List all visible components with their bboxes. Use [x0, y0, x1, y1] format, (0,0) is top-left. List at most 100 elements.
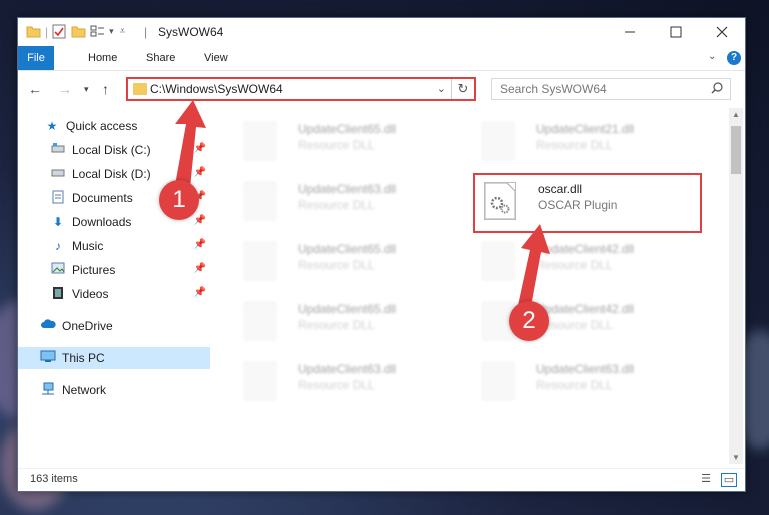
dll-file-icon [482, 362, 514, 400]
details-view-icon[interactable]: ☰ [699, 473, 713, 485]
file-tile[interactable]: UpdateClient42.dll Resource DLL [470, 234, 700, 290]
cloud-icon [40, 318, 56, 334]
vertical-scrollbar[interactable]: ▲ ▼ [729, 108, 743, 464]
sidebar-item-videos[interactable]: Videos 📌 [18, 283, 210, 305]
tab-share[interactable]: Share [136, 46, 185, 70]
sidebar-item-this-pc[interactable]: This PC [18, 347, 210, 369]
file-type: Resource DLL [298, 318, 375, 332]
refresh-icon[interactable]: ↻ [451, 79, 474, 99]
search-placeholder: Search SysWOW64 [500, 82, 607, 96]
scroll-up-icon[interactable]: ▲ [729, 110, 743, 119]
dll-file-icon [244, 362, 276, 400]
window-title: SysWOW64 [158, 25, 224, 39]
minimize-button[interactable] [607, 18, 653, 46]
search-icon[interactable] [711, 82, 723, 97]
address-bar[interactable]: C:\Windows\SysWOW64 ⌄ ↻ [126, 77, 476, 101]
back-arrow-icon[interactable]: ← [28, 81, 42, 97]
pin-icon[interactable]: 📌 [194, 167, 206, 178]
title-separator: | [144, 25, 148, 39]
sidebar-item-local-disk-c[interactable]: Local Disk (C:) 📌 [18, 139, 210, 161]
sidebar-item-label: Music [72, 239, 104, 253]
close-button[interactable] [699, 18, 745, 46]
star-icon: ★ [46, 119, 58, 133]
dll-file-icon [244, 302, 276, 340]
maximize-button[interactable] [653, 18, 699, 46]
file-name: UpdateClient65.dll [298, 302, 397, 316]
file-tile[interactable]: UpdateClient63.dll Resource DLL [232, 174, 462, 230]
dll-file-icon [244, 182, 276, 220]
file-tile[interactable]: UpdateClient63.dll Resource DLL [470, 354, 700, 410]
forward-arrow-icon[interactable]: → [58, 81, 72, 97]
title-bar: | ▾ ⩡ | SysWOW64 [18, 18, 745, 46]
sidebar-item-label: This PC [62, 351, 105, 365]
expand-ribbon-icon[interactable]: ⌄ [708, 51, 716, 62]
chevron-down-icon[interactable]: ⌄ [437, 82, 446, 95]
file-type: Resource DLL [536, 138, 613, 152]
scroll-down-icon[interactable]: ▼ [729, 453, 743, 462]
sidebar-item-label: Videos [72, 287, 109, 301]
sidebar-item-quick-access[interactable]: ★ Quick access [18, 115, 210, 137]
drive-icon [50, 166, 66, 182]
pin-icon[interactable]: 📌 [194, 239, 206, 250]
scrollbar-thumb[interactable] [731, 126, 741, 174]
file-name: UpdateClient42.dll [536, 242, 635, 256]
file-type: Resource DLL [298, 258, 375, 272]
dll-file-icon [482, 242, 514, 280]
file-tile[interactable]: UpdateClient65.dll Resource DLL [232, 294, 462, 350]
documents-icon [50, 190, 66, 206]
navigation-bar: ← → ▾ ↑ C:\Windows\SysWOW64 ⌄ ↻ Search S… [18, 71, 745, 107]
oscar-highlight-box [473, 173, 702, 233]
quick-access-toolbar: | ▾ ⩡ [26, 24, 125, 39]
pin-icon[interactable]: 📌 [194, 215, 206, 226]
up-arrow-icon[interactable]: ↑ [102, 81, 109, 97]
drive-icon [50, 142, 66, 158]
file-name: UpdateClient21.dll [536, 122, 635, 136]
file-tile[interactable]: UpdateClient42.dll Resource DLL [470, 294, 700, 350]
file-name: UpdateClient65.dll [298, 242, 397, 256]
pin-icon[interactable]: 📌 [194, 287, 206, 298]
customize-toolbar-icon[interactable]: ⩡ [120, 26, 126, 37]
dll-file-icon [244, 122, 276, 160]
dll-file-icon [482, 122, 514, 160]
item-count: 163 items [30, 473, 78, 485]
sidebar-item-label: Local Disk (C:) [72, 143, 151, 157]
pin-icon[interactable]: 📌 [194, 263, 206, 274]
customize-view-icon[interactable] [90, 24, 105, 39]
sidebar-item-label: Downloads [72, 215, 132, 229]
file-tile[interactable]: UpdateClient65.dll Resource DLL [232, 114, 462, 170]
sidebar-item-pictures[interactable]: Pictures 📌 [18, 259, 210, 281]
pin-icon[interactable]: 📌 [194, 143, 206, 154]
videos-icon [50, 286, 66, 302]
file-list: UpdateClient65.dll Resource DLL UpdateCl… [218, 108, 728, 464]
recent-locations-icon[interactable]: ▾ [84, 84, 89, 95]
sidebar-item-network[interactable]: Network [18, 379, 210, 401]
file-type: Resource DLL [536, 378, 613, 392]
tab-file[interactable]: File [18, 46, 54, 70]
tab-home[interactable]: Home [78, 46, 127, 70]
computer-icon [40, 350, 56, 366]
sidebar-item-music[interactable]: ♪ Music 📌 [18, 235, 210, 257]
file-name: UpdateClient63.dll [298, 362, 397, 376]
toolbar-separator: | [45, 24, 49, 39]
new-folder-icon[interactable] [71, 24, 86, 39]
help-icon[interactable]: ? [727, 51, 741, 65]
address-path[interactable]: C:\Windows\SysWOW64 [150, 82, 283, 96]
file-name: UpdateClient65.dll [298, 122, 397, 136]
search-input[interactable]: Search SysWOW64 [491, 78, 731, 100]
file-type: Resource DLL [298, 138, 375, 152]
sidebar-item-onedrive[interactable]: OneDrive [18, 315, 210, 337]
file-type: Resource DLL [536, 258, 613, 272]
properties-icon[interactable] [52, 24, 67, 39]
large-icons-view-icon[interactable]: ▭ [721, 473, 737, 487]
step-badge-1: 1 [159, 180, 199, 220]
step-badge-2: 2 [509, 301, 549, 341]
file-tile[interactable]: UpdateClient63.dll Resource DLL [232, 354, 462, 410]
file-tile[interactable]: UpdateClient65.dll Resource DLL [232, 234, 462, 290]
sidebar-item-label: Local Disk (D:) [72, 167, 151, 181]
navigation-pane: ★ Quick access Local Disk (C:) 📌 Local D… [18, 108, 210, 464]
folder-icon[interactable] [26, 24, 41, 39]
tab-view[interactable]: View [194, 46, 238, 70]
file-tile[interactable]: UpdateClient21.dll Resource DLL [470, 114, 700, 170]
chevron-down-icon[interactable]: ▾ [109, 26, 114, 37]
sidebar-item-label: OneDrive [62, 319, 113, 333]
